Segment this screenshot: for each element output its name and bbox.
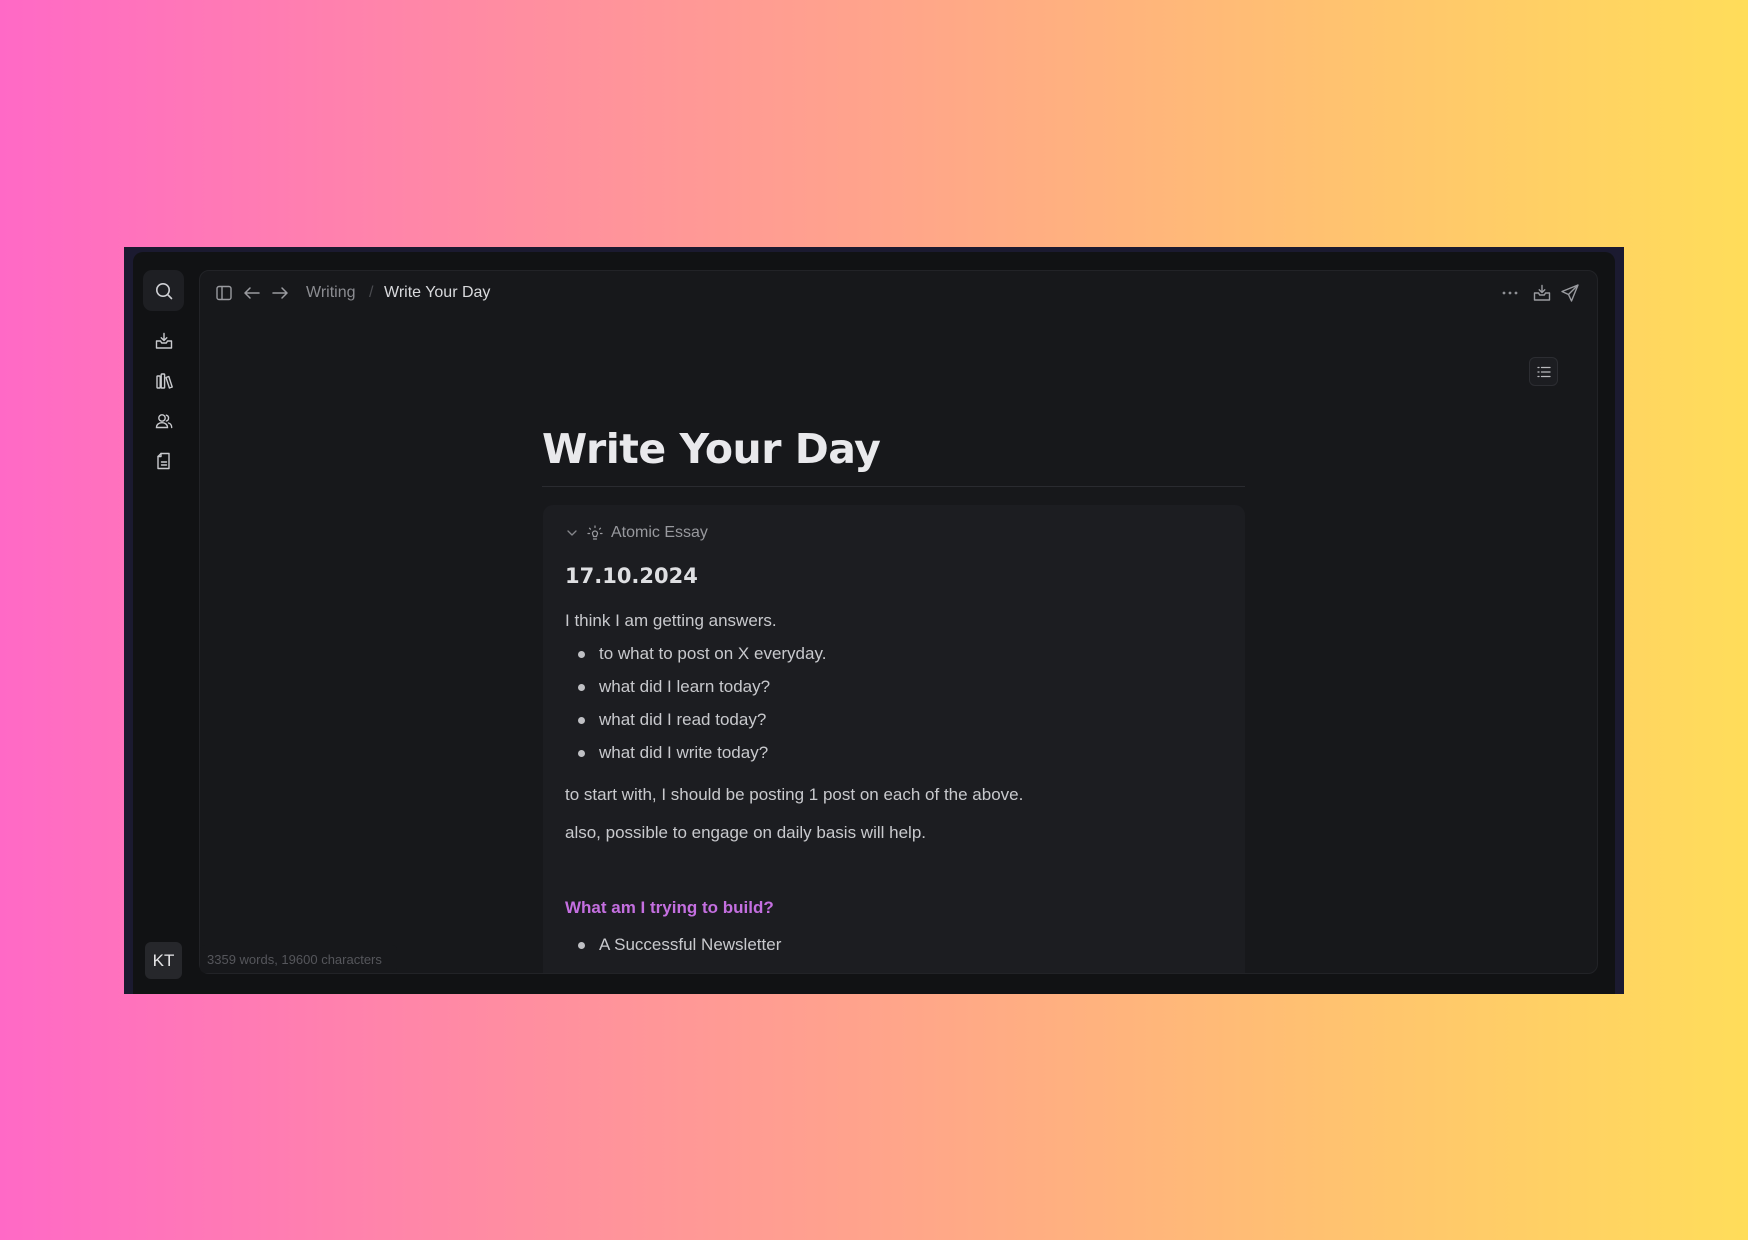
inbox-download-icon: [1532, 283, 1552, 303]
breadcrumb-separator: /: [369, 284, 374, 301]
list-item: what did I learn today?: [599, 677, 771, 696]
breadcrumb-parent[interactable]: Writing: [306, 283, 356, 303]
top-bar: Writing / Write Your Day: [200, 271, 1597, 315]
bullet-marker: [578, 942, 585, 949]
document-icon: [154, 451, 174, 471]
arrow-left-icon: [242, 283, 262, 303]
atomic-essay-callout: Atomic Essay 17.10.2024 I think I am get…: [543, 505, 1245, 973]
user-avatar[interactable]: KT: [145, 942, 182, 979]
library-books-icon: [154, 371, 174, 391]
sidebar-item-people[interactable]: [154, 411, 174, 431]
paragraph: to start with, I should be posting 1 pos…: [565, 785, 1024, 804]
bullet-marker: [578, 750, 585, 757]
bullet-marker: [578, 717, 585, 724]
paragraph: also, possible to engage on daily basis …: [565, 823, 927, 842]
word-count-status: 3359 words, 19600 characters: [200, 945, 397, 973]
import-button[interactable]: [1532, 283, 1552, 303]
list-item: A Successful Newsletter: [599, 935, 782, 954]
bullet-marker: [578, 651, 585, 658]
bullet-marker: [578, 684, 585, 691]
editor-panel: Writing / Write Your Day Write Your Day: [199, 270, 1598, 974]
search-icon: [154, 281, 174, 301]
callout-header[interactable]: Atomic Essay: [565, 521, 708, 545]
document-title[interactable]: Write Your Day: [542, 421, 881, 477]
entry-date: 17.10.2024: [565, 564, 698, 588]
list-icon: [1536, 364, 1552, 380]
table-of-contents-button[interactable]: [1529, 357, 1558, 386]
sidebar-item-library[interactable]: [154, 371, 174, 391]
sidebar-item-import[interactable]: [154, 331, 174, 351]
back-button[interactable]: [242, 283, 262, 303]
chevron-down-icon[interactable]: [565, 526, 579, 540]
forward-button[interactable]: [270, 283, 290, 303]
list-item: what did I read today?: [599, 710, 767, 729]
ellipsis-icon: [1500, 283, 1520, 303]
arrow-right-icon: [270, 283, 290, 303]
search-button[interactable]: [143, 270, 184, 311]
users-icon: [154, 411, 174, 431]
title-divider: [542, 486, 1245, 487]
section-heading: What am I trying to build?: [565, 898, 774, 917]
lightbulb-icon: [587, 525, 603, 541]
sidebar-item-documents[interactable]: [154, 451, 174, 471]
publish-button[interactable]: [1560, 283, 1580, 303]
list-item: what did I write today?: [599, 743, 769, 762]
send-icon: [1560, 283, 1580, 303]
callout-label: Atomic Essay: [611, 524, 708, 541]
more-options-button[interactable]: [1500, 283, 1520, 303]
inbox-download-icon: [154, 331, 174, 351]
list-item: to what to post on X everyday.: [599, 644, 827, 663]
breadcrumb-current: Write Your Day: [384, 284, 491, 301]
sidebar-panel-icon: [215, 284, 233, 302]
intro-paragraph: I think I am getting answers.: [565, 611, 777, 630]
sidebar-toggle-button[interactable]: [214, 283, 234, 303]
